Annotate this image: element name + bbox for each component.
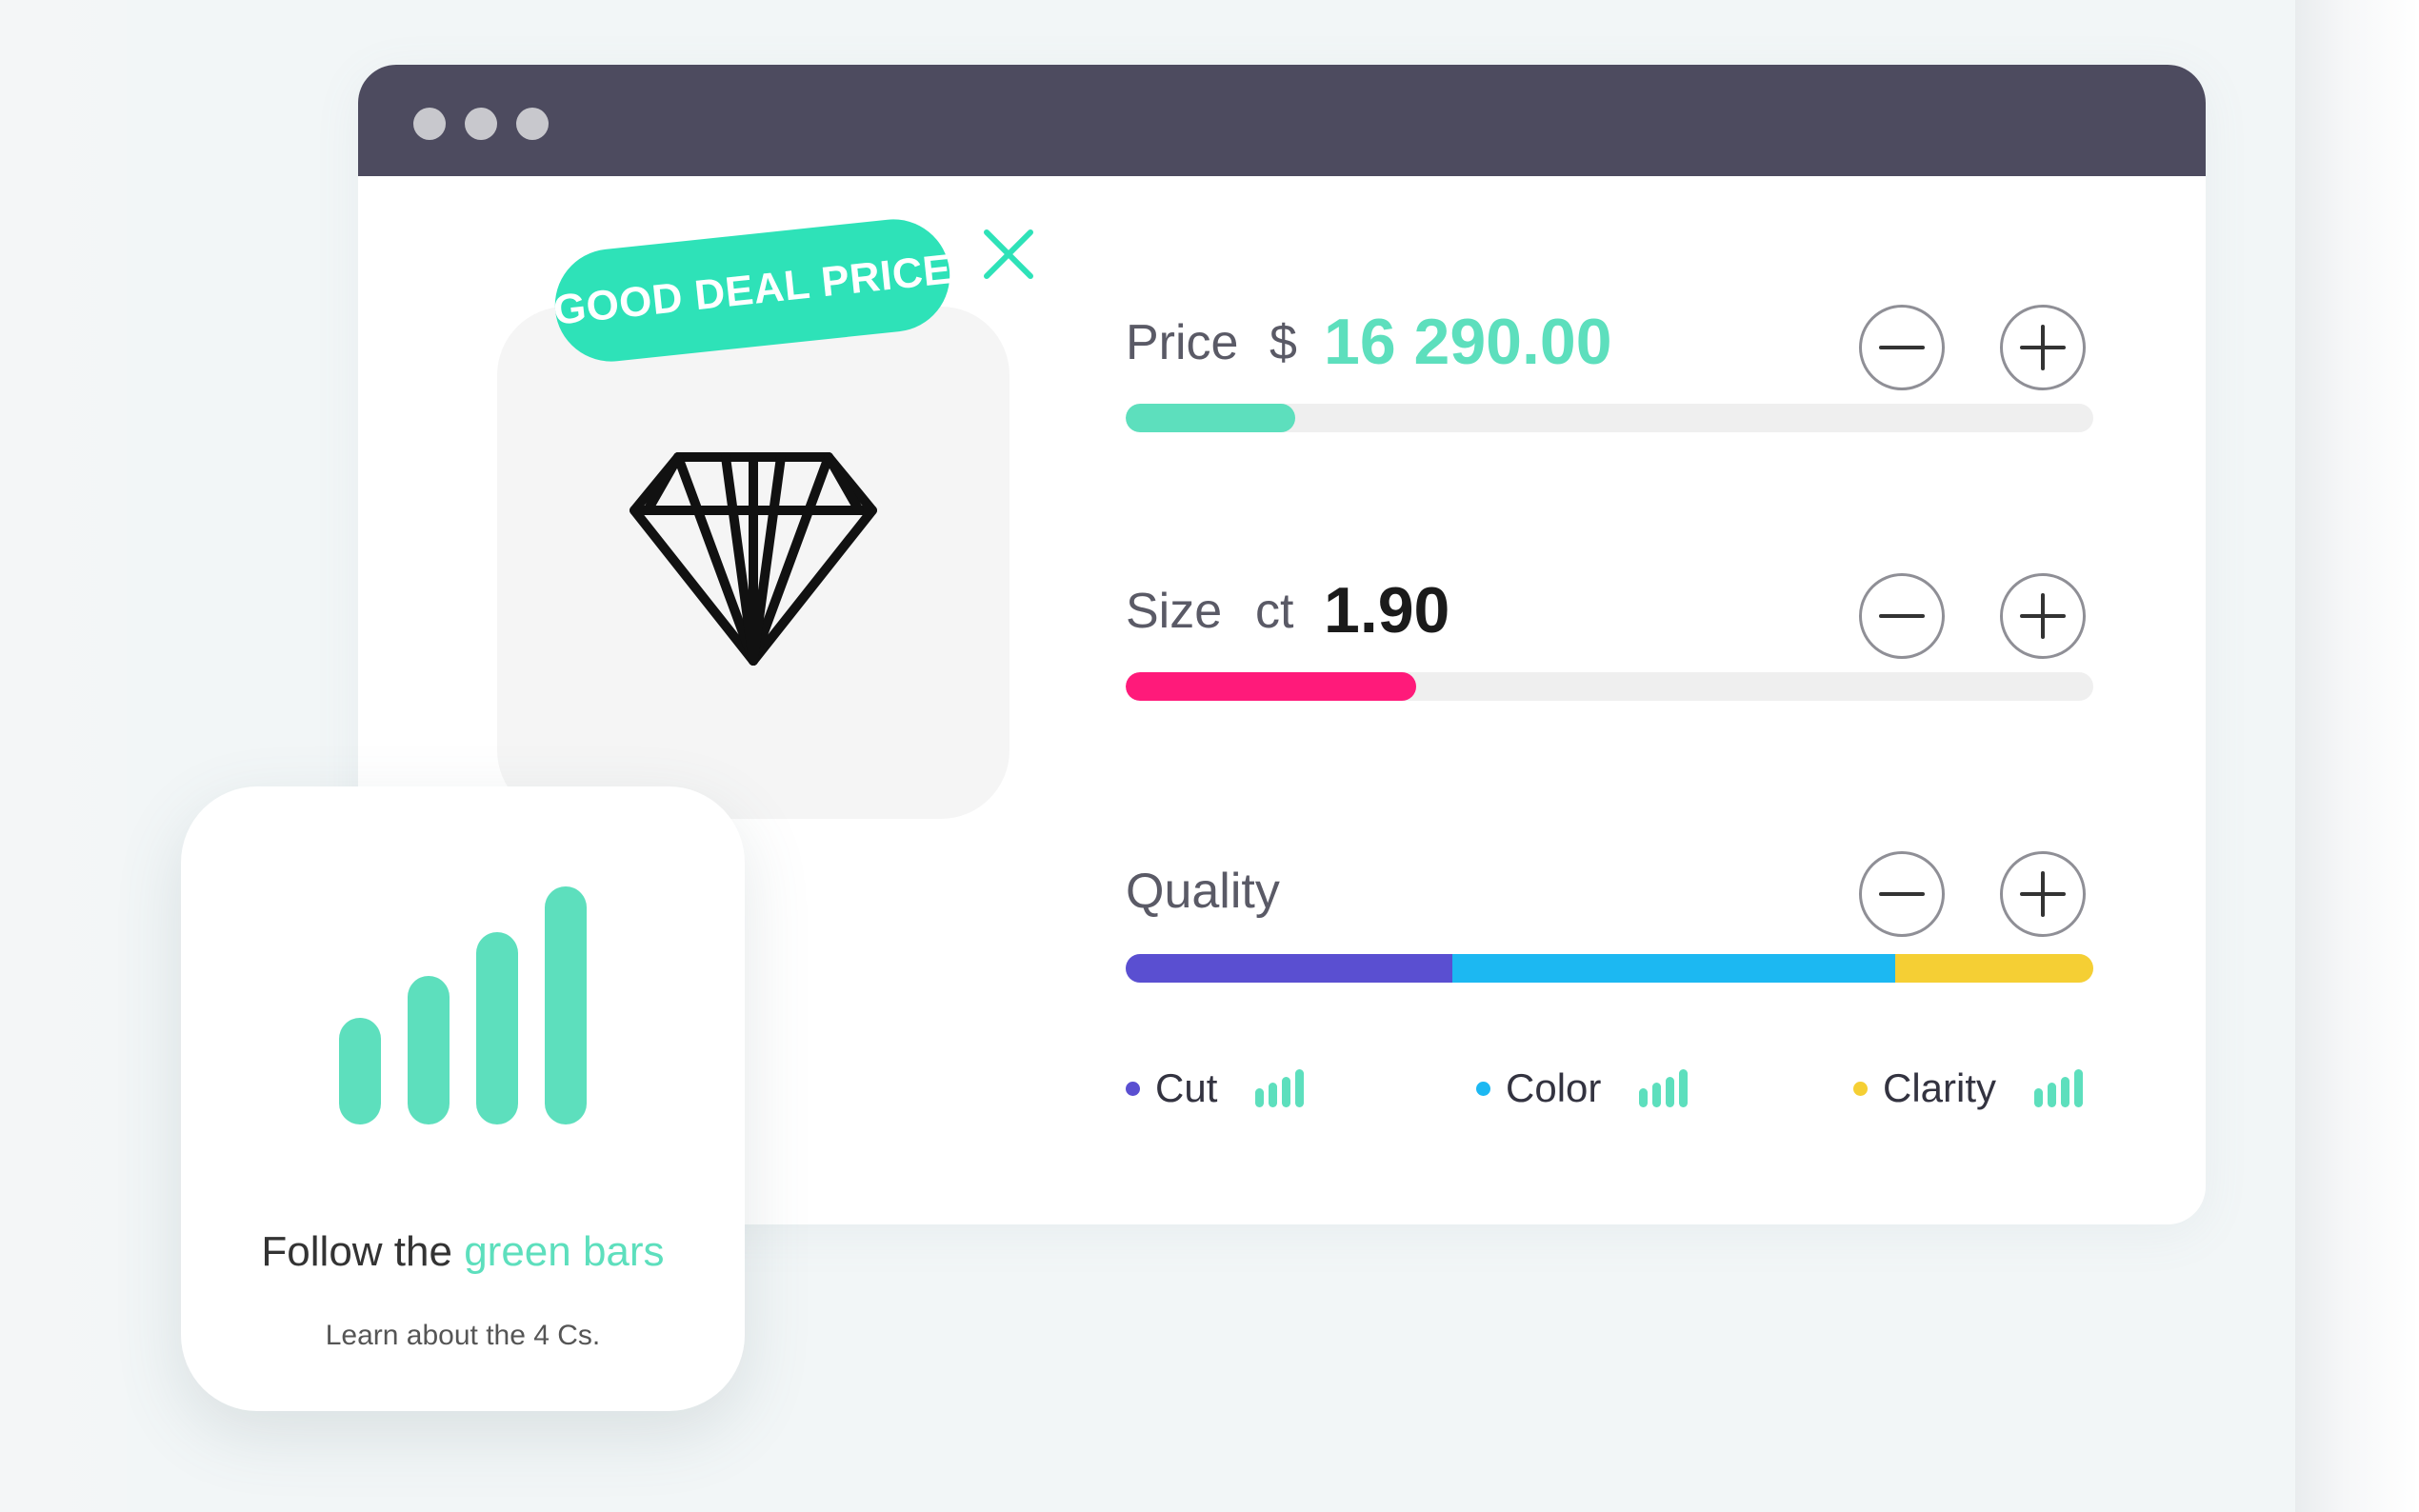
legend-label: Color bbox=[1506, 1065, 1602, 1110]
legend-label: Cut bbox=[1155, 1065, 1218, 1110]
minus-icon bbox=[1879, 892, 1925, 896]
info-card[interactable]: Follow the green bars Learn about the 4 … bbox=[181, 786, 745, 1411]
diamond-icon bbox=[630, 452, 877, 666]
price-currency: $ bbox=[1269, 315, 1297, 370]
size-unit: ct bbox=[1255, 584, 1294, 639]
signal-bars-icon bbox=[339, 886, 587, 1124]
info-card-title-prefix: Follow the bbox=[261, 1228, 452, 1275]
legend-dot bbox=[1853, 1081, 1868, 1096]
legend-item-clarity: Clarity bbox=[1853, 1063, 2086, 1114]
close-icon[interactable] bbox=[981, 227, 1036, 287]
signal-bars-icon bbox=[1255, 1069, 1305, 1107]
price-slider[interactable] bbox=[1126, 404, 2093, 432]
diamond-card bbox=[497, 307, 1010, 819]
legend-dot bbox=[1126, 1081, 1140, 1096]
plus-icon bbox=[2020, 871, 2066, 917]
legend-item-color: Color bbox=[1476, 1063, 1690, 1114]
plus-icon bbox=[2020, 593, 2066, 639]
legend-item-cut: Cut bbox=[1126, 1063, 1307, 1114]
signal-bars-icon bbox=[1639, 1069, 1689, 1107]
price-label: Price bbox=[1126, 315, 1239, 370]
plus-icon bbox=[2020, 325, 2066, 370]
info-card-subtitle[interactable]: Learn about the 4 Cs. bbox=[181, 1320, 745, 1352]
price-slider-fill bbox=[1126, 404, 1295, 432]
legend-label: Clarity bbox=[1883, 1065, 1997, 1110]
price-increase-button[interactable] bbox=[2000, 305, 2086, 390]
window-dot bbox=[516, 108, 549, 140]
quality-label: Quality bbox=[1126, 864, 1280, 919]
quality-segment-clarity bbox=[1894, 954, 2093, 983]
size-decrease-button[interactable] bbox=[1859, 573, 1945, 659]
minus-icon bbox=[1879, 346, 1925, 349]
price-value: 16 290.00 bbox=[1324, 306, 1612, 378]
window-dot bbox=[465, 108, 497, 140]
quality-segment-cut bbox=[1126, 954, 1453, 983]
info-card-title: Follow the green bars bbox=[181, 1228, 745, 1276]
quality-increase-button[interactable] bbox=[2000, 851, 2086, 937]
size-increase-button[interactable] bbox=[2000, 573, 2086, 659]
background-left bbox=[0, 0, 133, 1512]
window-dot bbox=[413, 108, 446, 140]
size-label: Size bbox=[1126, 584, 1223, 639]
price-decrease-button[interactable] bbox=[1859, 305, 1945, 390]
size-slider[interactable] bbox=[1126, 672, 2093, 701]
signal-bars-icon bbox=[2034, 1069, 2084, 1107]
size-slider-fill bbox=[1126, 672, 1416, 701]
minus-icon bbox=[1879, 614, 1925, 618]
quality-slider[interactable] bbox=[1126, 954, 2093, 983]
info-card-title-highlight: green bars bbox=[464, 1228, 665, 1275]
legend-dot bbox=[1476, 1081, 1490, 1096]
size-value: 1.90 bbox=[1324, 574, 1450, 647]
window-titlebar bbox=[358, 65, 2206, 176]
quality-decrease-button[interactable] bbox=[1859, 851, 1945, 937]
quality-segment-color bbox=[1452, 954, 1895, 983]
background-right bbox=[2295, 0, 2419, 1512]
